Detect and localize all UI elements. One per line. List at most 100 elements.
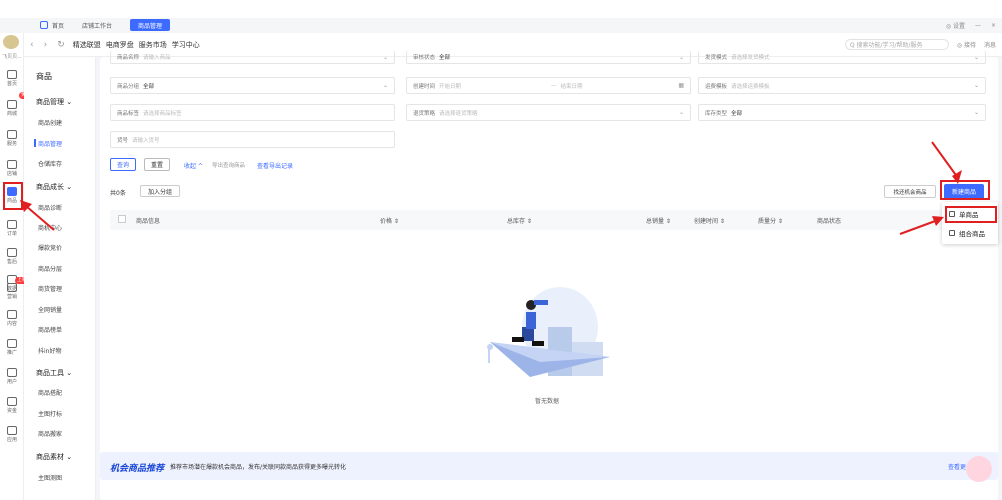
refresh-icon[interactable]: ↻ [57,40,65,50]
subnav-item-diagnose[interactable]: 商品诊断 [38,203,62,212]
filter-code-placeholder: 请输入货号 [132,137,160,144]
sidebar-user-label: 用户 [6,379,17,385]
banner-desc: 推荐市场潜在爆款机会商品，发布/关联同款商品获得更多曝光转化 [170,464,347,471]
sidebar-content[interactable]: 内容 [0,310,24,327]
reset-button[interactable]: 重置 [144,158,170,171]
filter-created[interactable]: 创建时间 开始日期 — 结束日期 ▦ [406,77,691,94]
global-search-input[interactable]: Q 搜索功能/学习/帮助/服务 [844,39,949,50]
chevron-down-icon: ⌄ [382,82,388,89]
recommendation-banner: 机会商品推荐 推荐市场潜在爆款机会商品，发布/关联同款商品获得更多曝光转化 查看… [100,452,998,480]
shop-avatar[interactable] [3,35,19,49]
collapse-link[interactable]: 收起 ^ [184,161,203,170]
subnav-item-ranking[interactable]: 商品榜单 [38,325,62,334]
sidebar-funds[interactable]: 资金 [0,397,24,414]
highlight-single-product [945,206,997,223]
filter-delivery-label: 发货模式 [705,55,728,61]
filter-code[interactable]: 货号 请输入货号 [110,131,395,148]
sidebar-store[interactable]: 店铺 [0,160,24,177]
group-goods-tools[interactable]: 商品工具 ⌄ [36,368,72,378]
col-quality[interactable]: 质量分 ⇕ [758,216,783,225]
subnav-item-move[interactable]: 商品搬家 [38,429,62,438]
filter-stock[interactable]: 库存类型 全部 ⌄ [698,104,986,121]
nav-link-market[interactable]: 服务市场 [139,40,167,50]
subnav-item-inventory[interactable]: 仓储库存 [38,159,62,168]
sidebar-promo[interactable]: 推广 [0,339,24,356]
tab-workbench[interactable]: 店铺工作台 [82,21,112,30]
filter-name[interactable]: 商品名称 请输入商品 ⌄ [110,51,395,64]
sidebar-home-label: 首页 [6,81,17,87]
highlight-new-button [940,180,990,200]
col-created[interactable]: 创建时间 ⇕ [694,216,725,225]
subnav-item-opportunity[interactable]: 商机中心 [38,223,62,232]
sidebar-user[interactable]: 用户 [0,368,24,385]
close-button[interactable]: × [991,22,996,29]
sidebar-promo-label: 推广 [6,350,17,356]
subnav-item-douin[interactable]: 抖in好物 [38,346,61,355]
chevron-down-icon: ⌄ [678,53,684,61]
chevron-down-icon: ⌄ [973,109,979,116]
add-group-button[interactable]: 加入分组 [140,185,180,197]
sidebar-home[interactable]: 首页 [0,70,24,87]
filter-shipping-label: 运费模板 [705,83,728,90]
filter-tags[interactable]: 商品标签 请选择商品标签 [110,104,395,121]
dropdown-combo-product[interactable]: 组合商品 [945,226,995,240]
filter-created-label: 创建时间 [413,83,436,90]
subnav-item-layering[interactable]: 商品分层 [38,264,62,273]
filter-delivery[interactable]: 发货模式 请选择发货模式 ⌄ [698,51,986,64]
sidebar-app[interactable]: 应用 [0,426,24,443]
subnav-item-imgtest[interactable]: 主图测图 [38,473,62,482]
minimize-button[interactable]: — [975,22,981,29]
subnav-item-match[interactable]: 商品搭配 [38,388,62,397]
sidebar-market[interactable]: 营销 [0,283,24,300]
chevron-down-icon: ⌄ [973,53,979,61]
group-goods-material[interactable]: 商品素材 ⌄ [36,452,72,462]
order-icon [7,130,17,139]
export-link[interactable]: 导出查询商品 [212,161,245,169]
find-opportunity-button[interactable]: 找还机会商品 [884,185,936,198]
tab-goods-manage[interactable]: 商品管理 [130,19,171,31]
banner-title: 机会商品推荐 [110,464,165,474]
filter-return[interactable]: 退货策略 请选择退货策略 ⌄ [406,104,691,121]
select-all-checkbox[interactable] [118,215,126,223]
nav-link-alliance[interactable]: 精选联盟 [73,40,101,50]
nav-link-compass[interactable]: 电商罗盘 [106,40,134,50]
service-button[interactable]: ◎ 接待 [957,40,976,49]
col-price[interactable]: 价格 ⇕ [380,216,399,225]
filter-audit-value: 全部 [439,55,451,61]
sidebar-trade-label: 商城 [6,111,17,117]
sidebar-service[interactable]: 服务 [0,130,24,147]
settings-button[interactable]: ◎ 设置 [946,21,965,30]
tab-home[interactable]: 首页 [40,21,64,30]
assistant-avatar[interactable] [966,456,992,482]
subnav-item-tag[interactable]: 主图打标 [38,409,62,418]
message-button[interactable]: 消息 [984,40,996,49]
subnav-item-sales[interactable]: 全网销量 [38,305,62,314]
col-sales[interactable]: 总销量 ⇕ [646,216,671,225]
filter-return-placeholder: 请选择退货策略 [439,110,478,117]
subnav-item-create[interactable]: 商品创建 [38,118,62,127]
filter-created-start: 开始日期 [439,83,462,90]
query-button[interactable]: 查询 [110,158,136,171]
filter-audit[interactable]: 审核状态 全部 ⌄ [406,51,691,64]
nav-right: Q 搜索功能/学习/帮助/服务 ◎ 接待 消息 [844,39,996,50]
tab-home-label: 首页 [52,22,65,30]
col-info: 商品信息 [136,218,161,225]
col-status: 商品状态 [817,218,842,225]
icon-sidebar: 飞贝贝... 首页 商城 服务 店铺 商品 订单 售后 数据 营销 内容 推广 … [0,33,24,500]
subnav-item-supply[interactable]: 商货管理 [38,284,62,293]
sidebar-trade[interactable]: 商城 [0,100,24,117]
trade-icon [7,100,17,109]
subnav-item-bidding[interactable]: 爆款竞价 [38,243,62,252]
group-goods-manage[interactable]: 商品管理 ⌄ [36,97,72,107]
back-arrow-icon[interactable]: ‹ [30,40,34,50]
filter-category[interactable]: 商品分组 全部 ⌄ [110,77,395,94]
nav-link-learning[interactable]: 学习中心 [172,40,200,50]
col-stock[interactable]: 总库存 ⇕ [507,216,532,225]
sidebar-aftersale[interactable]: 售后 [0,248,24,265]
export-records-link[interactable]: 查看导出记录 [257,161,293,170]
group-goods-growth[interactable]: 商品成长 ⌄ [36,182,72,192]
forward-arrow-icon[interactable]: › [44,40,48,50]
sidebar-bill[interactable]: 订单 [0,220,24,237]
filter-shipping[interactable]: 运费模板 请选择运费模板 ⌄ [698,77,986,94]
subnav-item-manage[interactable]: 商品管理 [33,139,62,148]
